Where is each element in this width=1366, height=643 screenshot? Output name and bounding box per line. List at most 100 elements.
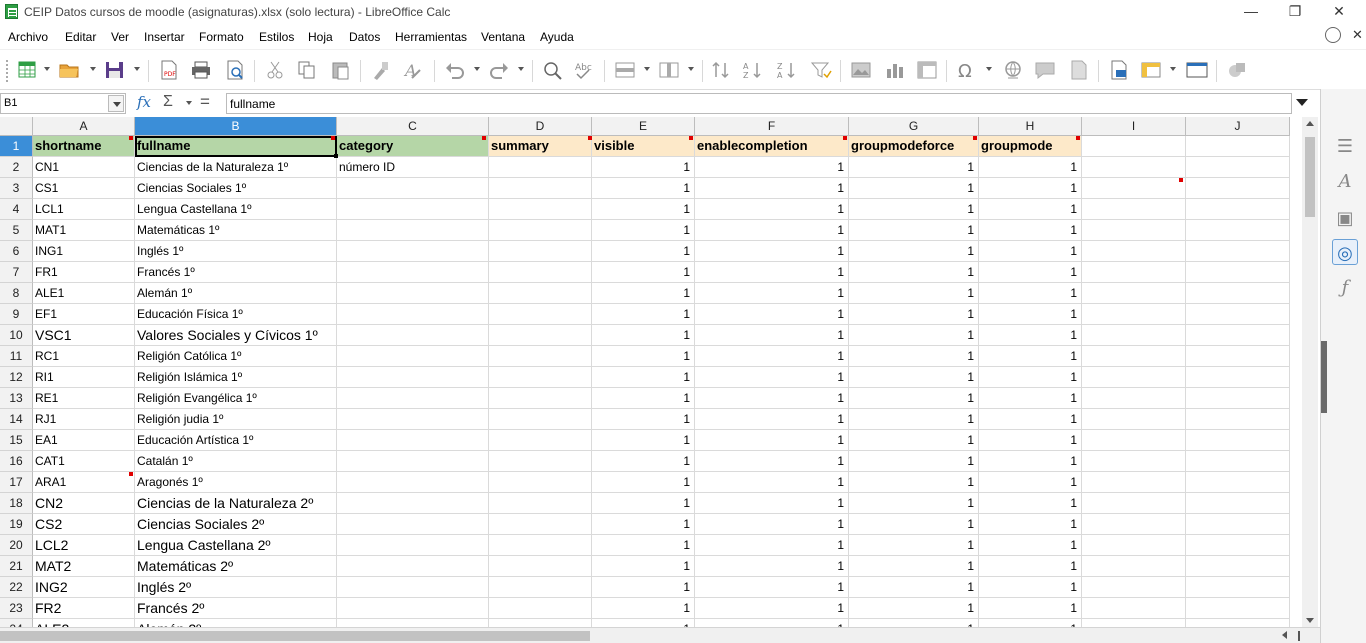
menu-archivo[interactable]: Archivo (8, 30, 48, 44)
spreadsheet-grid[interactable]: A B C D E F G H I J 1 shortname fullname category summ… (0, 117, 1302, 627)
cell-summary[interactable] (489, 367, 592, 388)
hyperlink-icon[interactable] (1002, 60, 1024, 80)
cell-summary[interactable] (489, 178, 592, 199)
cell-summary[interactable] (489, 388, 592, 409)
menu-ayuda[interactable]: Ayuda (540, 30, 574, 44)
empty-cell[interactable] (1186, 409, 1290, 430)
cell-number[interactable]: 1 (849, 199, 979, 220)
cell-summary[interactable] (489, 241, 592, 262)
cell-number[interactable]: 1 (592, 157, 695, 178)
cell-number[interactable]: 1 (979, 493, 1082, 514)
menu-ver[interactable]: Ver (111, 30, 129, 44)
cell-shortname[interactable]: RJ1 (33, 409, 135, 430)
column-header-c[interactable]: C (337, 117, 489, 136)
save-icon[interactable] (104, 60, 126, 80)
empty-cell[interactable] (1082, 136, 1186, 157)
cell-number[interactable]: 1 (849, 178, 979, 199)
cell-category[interactable] (337, 451, 489, 472)
cell-number[interactable]: 1 (849, 472, 979, 493)
function-wizard-icon[interactable]: fx (137, 93, 151, 111)
fill-handle[interactable] (334, 154, 338, 158)
empty-cell[interactable] (1082, 346, 1186, 367)
column-header-j[interactable]: J (1186, 117, 1290, 136)
cell-number[interactable]: 1 (849, 241, 979, 262)
empty-cell[interactable] (1186, 451, 1290, 472)
cell-number[interactable]: 1 (592, 283, 695, 304)
cell-fullname[interactable]: Religión Islámica 1º (135, 367, 337, 388)
cell-number[interactable]: 1 (695, 409, 849, 430)
cell-number[interactable]: 1 (849, 556, 979, 577)
empty-cell[interactable] (1082, 157, 1186, 178)
empty-cell[interactable] (1082, 409, 1186, 430)
cell-number[interactable]: 1 (592, 346, 695, 367)
sum-icon[interactable]: Σ (163, 93, 173, 111)
cell-summary[interactable] (489, 514, 592, 535)
cell-number[interactable]: 1 (849, 577, 979, 598)
row-header[interactable]: 18 (0, 493, 33, 514)
row-header[interactable]: 9 (0, 304, 33, 325)
cell-number[interactable]: 1 (849, 514, 979, 535)
column-dropdown-icon[interactable] (688, 67, 694, 71)
empty-cell[interactable] (1186, 472, 1290, 493)
cell-fullname[interactable]: Ciencias Sociales 2º (135, 514, 337, 535)
row-dropdown-icon[interactable] (644, 67, 650, 71)
cell-fullname[interactable]: Inglés 2º (135, 577, 337, 598)
cell-number[interactable]: 1 (592, 367, 695, 388)
copy-icon[interactable] (296, 60, 318, 80)
cell-fullname[interactable]: Religión Evangélica 1º (135, 388, 337, 409)
cell-summary[interactable] (489, 304, 592, 325)
row-header[interactable]: 13 (0, 388, 33, 409)
cell-number[interactable]: 1 (695, 514, 849, 535)
cell-number[interactable]: 1 (979, 367, 1082, 388)
cell-summary[interactable] (489, 535, 592, 556)
column-icon[interactable] (658, 60, 680, 80)
cell-category[interactable] (337, 409, 489, 430)
empty-cell[interactable] (1186, 598, 1290, 619)
cell-fullname[interactable]: Alemán 1º (135, 283, 337, 304)
cell-category[interactable] (337, 325, 489, 346)
name-box-dropdown-icon[interactable] (108, 95, 124, 112)
cell-shortname[interactable]: CAT1 (33, 451, 135, 472)
scroll-left-icon[interactable] (1282, 631, 1287, 639)
sort-ascending-icon[interactable]: AZ (742, 60, 764, 80)
sidebar-handle[interactable] (1321, 341, 1327, 413)
header-cell-shortname[interactable]: shortname (33, 136, 135, 157)
paste-icon[interactable] (330, 60, 352, 80)
insert-image-icon[interactable] (850, 60, 872, 80)
cell-shortname[interactable]: MAT1 (33, 220, 135, 241)
cell-summary[interactable] (489, 325, 592, 346)
insert-chart-icon[interactable] (884, 60, 906, 80)
cell-number[interactable]: 1 (695, 199, 849, 220)
cell-category[interactable] (337, 178, 489, 199)
cell-shortname[interactable]: VSC1 (33, 325, 135, 346)
empty-cell[interactable] (1186, 262, 1290, 283)
cell-fullname[interactable]: Ciencias de la Naturaleza 1º (135, 157, 337, 178)
minimize-button[interactable]: — (1228, 0, 1274, 24)
cell-number[interactable]: 1 (979, 388, 1082, 409)
cell-category[interactable] (337, 304, 489, 325)
cell-number[interactable]: 1 (849, 325, 979, 346)
cell-number[interactable]: 1 (695, 451, 849, 472)
empty-cell[interactable] (1082, 241, 1186, 262)
cell-number[interactable]: 1 (979, 514, 1082, 535)
menu-estilos[interactable]: Estilos (259, 30, 294, 44)
cell-number[interactable]: 1 (979, 409, 1082, 430)
restore-button[interactable]: ❐ (1272, 0, 1318, 24)
cell-number[interactable]: 1 (695, 283, 849, 304)
cell-fullname[interactable]: Valores Sociales y Cívicos 1º (135, 325, 337, 346)
cell-category[interactable] (337, 199, 489, 220)
cell-category[interactable] (337, 535, 489, 556)
cell-fullname[interactable]: Alemán 2º (135, 619, 337, 627)
cell-number[interactable]: 1 (695, 472, 849, 493)
cell-shortname[interactable]: CS1 (33, 178, 135, 199)
cell-number[interactable]: 1 (592, 493, 695, 514)
cell-number[interactable]: 1 (979, 430, 1082, 451)
sort-descending-icon[interactable]: ZA (776, 60, 798, 80)
cell-fullname[interactable]: Catalán 1º (135, 451, 337, 472)
empty-cell[interactable] (1082, 493, 1186, 514)
cell-summary[interactable] (489, 493, 592, 514)
cut-icon[interactable] (264, 60, 286, 80)
row-header[interactable]: 23 (0, 598, 33, 619)
row-header[interactable]: 15 (0, 430, 33, 451)
empty-cell[interactable] (1186, 178, 1290, 199)
